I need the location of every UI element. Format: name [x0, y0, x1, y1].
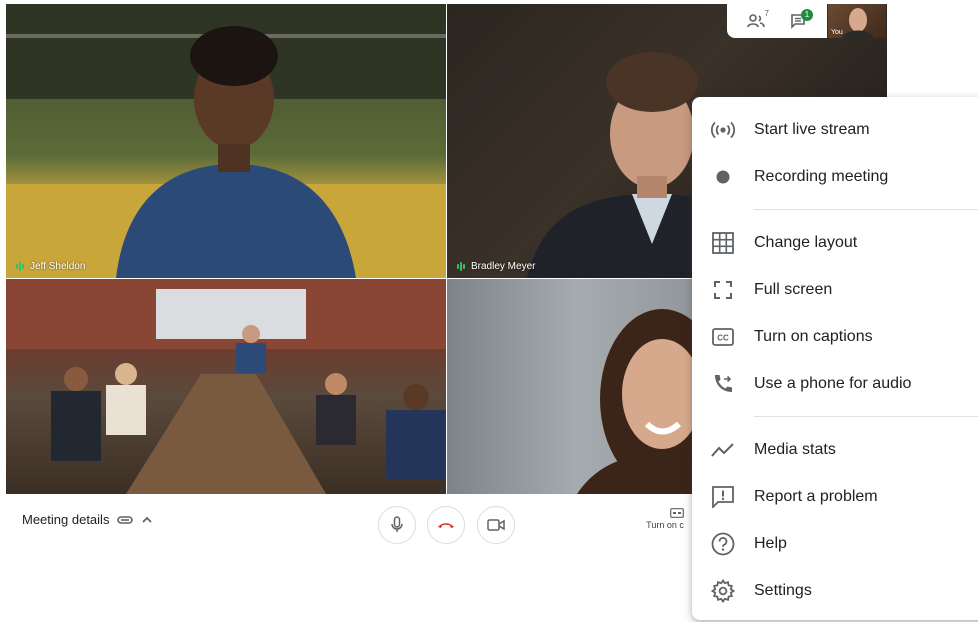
- recording-dot-icon: [716, 170, 730, 184]
- grid-layout-icon: [712, 232, 734, 254]
- menu-divider: [754, 416, 978, 417]
- menu-item-start-live-stream[interactable]: Start live stream: [692, 110, 978, 150]
- help-icon: [711, 532, 735, 556]
- fullscreen-icon: [714, 281, 732, 299]
- microphone-icon: [391, 516, 403, 532]
- live-stream-icon: [711, 121, 735, 139]
- camera-button[interactable]: [477, 506, 515, 544]
- participant-name: Jeff Sheldon: [30, 261, 86, 272]
- captions-icon: [670, 508, 684, 518]
- menu-item-use-phone-for-audio[interactable]: Use a phone for audio: [692, 364, 978, 404]
- video-camera-icon: [487, 519, 505, 531]
- menu-item-label: Use a phone for audio: [754, 375, 912, 392]
- unread-badge: 1: [801, 9, 813, 21]
- menu-item-change-layout[interactable]: Change layout: [692, 223, 978, 263]
- video-tile-conference-room[interactable]: [6, 279, 446, 494]
- menu-item-settings[interactable]: Settings: [692, 571, 978, 611]
- menu-item-label: Settings: [754, 582, 812, 599]
- menu-item-recording-meeting[interactable]: Recording meeting: [692, 157, 978, 197]
- menu-item-label: Report a problem: [754, 488, 878, 505]
- gear-icon: [711, 579, 735, 603]
- self-label: You: [831, 29, 843, 36]
- participant-name-tag: Jeff Sheldon: [16, 261, 85, 272]
- menu-item-turn-on-captions[interactable]: CC Turn on captions: [692, 317, 978, 357]
- participant-name: Bradley Meyer: [471, 261, 536, 272]
- chevron-up-icon: [142, 516, 153, 523]
- self-view-thumbnail[interactable]: You: [828, 4, 886, 38]
- menu-item-label: Recording meeting: [754, 168, 889, 185]
- top-control-bar: 7 1: [727, 4, 827, 38]
- more-options-menu: Start live stream Recording meeting Chan…: [692, 97, 978, 620]
- phone-audio-icon: [715, 375, 732, 392]
- captions-toggle-button[interactable]: Turn on c: [646, 508, 684, 530]
- participant-count: 7: [764, 9, 769, 18]
- participant-name-tag: Bradley Meyer: [457, 261, 535, 272]
- meeting-details-button[interactable]: Meeting details: [22, 512, 153, 527]
- menu-item-label: Help: [754, 535, 787, 552]
- menu-item-label: Start live stream: [754, 121, 870, 138]
- people-icon: [747, 14, 765, 28]
- chat-button[interactable]: 1: [783, 6, 813, 36]
- microphone-button[interactable]: [378, 506, 416, 544]
- captions-label: Turn on c: [646, 520, 684, 530]
- participant-video: [6, 279, 446, 494]
- speaking-indicator-icon: [457, 262, 465, 271]
- menu-item-label: Change layout: [754, 234, 858, 251]
- meeting-details-label: Meeting details: [22, 512, 110, 527]
- menu-item-label: Media stats: [754, 441, 836, 458]
- attachment-icon: [117, 515, 134, 524]
- trend-line-icon: [711, 443, 734, 457]
- menu-item-label: Full screen: [754, 281, 833, 298]
- svg-text:CC: CC: [717, 334, 729, 343]
- menu-item-report-a-problem[interactable]: Report a problem: [692, 477, 978, 517]
- menu-item-media-stats[interactable]: Media stats: [692, 430, 978, 470]
- show-participants-button[interactable]: 7: [741, 6, 771, 36]
- captions-icon: CC: [712, 328, 734, 346]
- hang-up-icon: [438, 523, 454, 528]
- video-tile-jeff[interactable]: Jeff Sheldon: [6, 4, 446, 278]
- menu-item-full-screen[interactable]: Full screen: [692, 270, 978, 310]
- menu-divider: [754, 209, 978, 210]
- speaking-indicator-icon: [16, 262, 24, 271]
- menu-item-help[interactable]: Help: [692, 524, 978, 564]
- meet-window: Jeff Sheldon Bradley Meyer 7 1 You Meeti…: [0, 0, 978, 622]
- participant-video: [6, 4, 446, 278]
- leave-call-button[interactable]: [427, 506, 465, 544]
- report-icon: [712, 486, 734, 508]
- menu-item-label: Turn on captions: [754, 328, 873, 345]
